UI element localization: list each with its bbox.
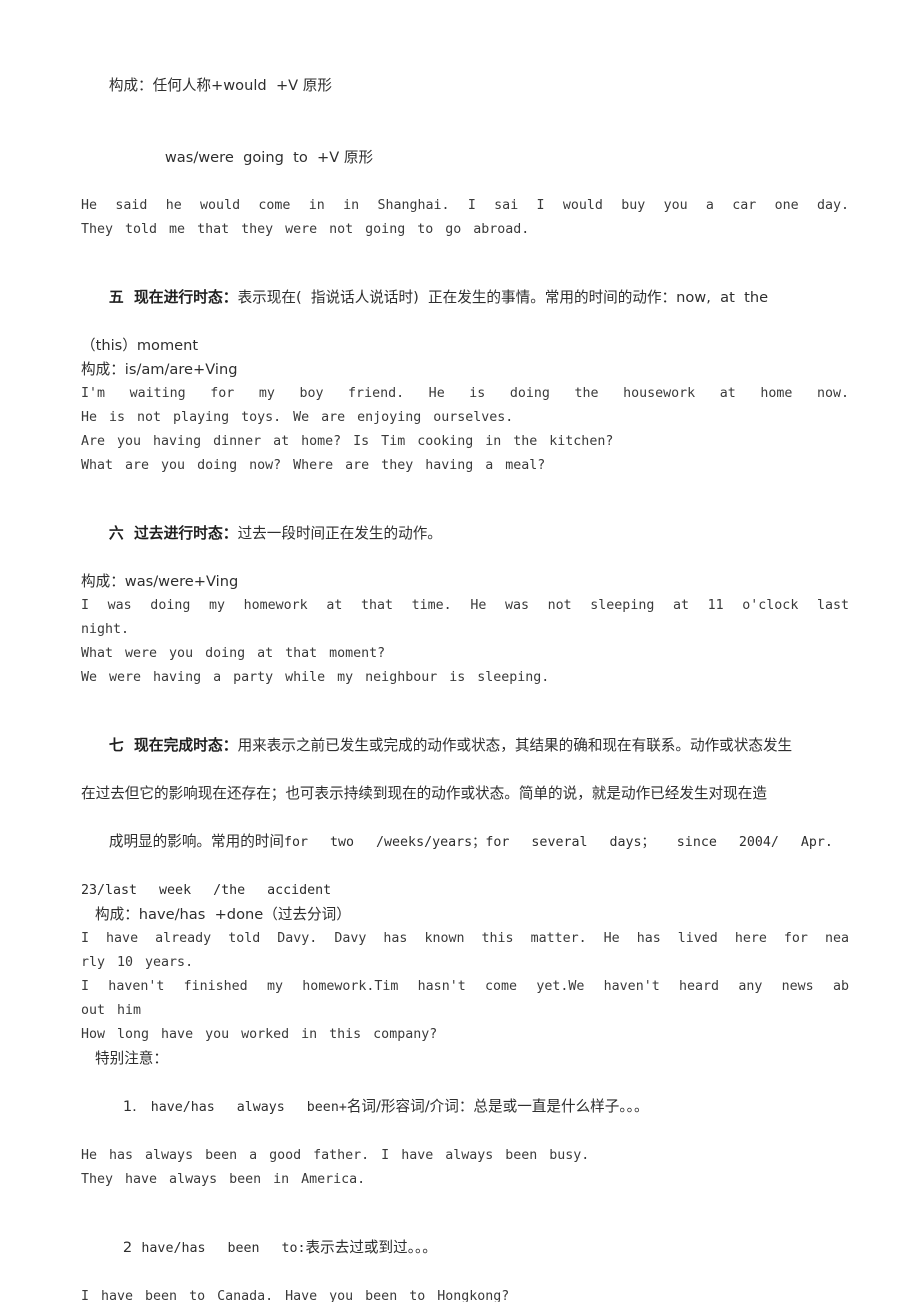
section7-heading-space [124,737,134,754]
document-page: 构成：任何人称+would +V 原形 was/were going to +V… [0,0,920,1302]
section5-example-3: Are you having dinner at home? Is Tim co… [81,434,614,449]
section7-note-1-example-1: He has always been a good father. I have… [81,1148,590,1163]
section7-note-2-rule-cn: 表示去过或到过。。。 [305,1239,437,1256]
section7-note-1-example-2: They have always been in America. [81,1172,366,1187]
section7-description-line-1: 用来表示之前已发生或完成的动作或状态，其结果的确和现在有联系。动作或状态发生 [237,737,793,754]
section7-description-line-2: 在过去但它的影响现在还存在；也可表示持续到现在的动作或状态。简单的说，就是动作已… [81,785,767,802]
section7-time-label: 成明显的影响。常用的时间 [108,833,284,850]
section5-title: 现在进行时态： [133,289,238,306]
section6-example-1: I was doing my homework at that time. He… [81,598,849,613]
section7-example-3: I haven't finished my homework.Tim hasn'… [81,979,849,994]
section7-number: 七 [108,737,124,754]
section7-note-1-rule-cn: 名词/形容词/介词：总是或一直是什么样子。。。 [346,1098,649,1115]
section7-description-line-4: 23/last week /the accident [81,883,332,898]
section6-title: 过去进行时态： [133,525,238,542]
section7-note-2-marker: 2 [122,1239,133,1256]
section6-heading-space [124,525,134,542]
intro-example-1: He said he would come in in Shanghai. I … [81,198,849,213]
section6-example-3: What were you doing at that moment? [81,646,386,661]
section7-note-heading: 特别注意： [95,1050,168,1067]
section7-note-1-rule-en: have/has always been+ [150,1100,347,1115]
section6-example-4: We were having a party while my neighbou… [81,670,550,685]
section7-note-2-rule-en: have/has been to: [141,1241,306,1256]
intro-formation-value-1: 任何人称+would +V 原形 [152,77,332,94]
section5-example-4: What are you doing now? Where are they h… [81,458,546,473]
section5-example-1: I'm waiting for my boy friend. He is doi… [81,386,849,401]
section5-formation: 构成：is/am/are+Ving [81,361,238,378]
intro-formation-line-1: 构成：任何人称+would +V 原形 [81,50,849,122]
section7-title: 现在完成时态： [133,737,238,754]
section6-number: 六 [108,525,124,542]
section6-formation: 构成：was/were+Ving [81,573,239,590]
section5-heading: 五 现在进行时态：表示现在( 指说话人说话时) 正在发生的事情。常用的时间的动作… [81,262,849,334]
section7-time-expressions: for two /weeks/years；for several days； s… [283,835,833,850]
section5-example-2: He is not playing toys. We are enjoying … [81,410,514,425]
section7-note-1-marker: 1. [122,1098,137,1115]
section7-example-2: rly 10 years. [81,955,194,970]
intro-example-2: They told me that they were not going to… [81,222,530,237]
section6-heading: 六 过去进行时态：过去一段时间正在发生的动作。 [81,498,849,570]
document-content: 构成：任何人称+would +V 原形 was/were going to +V… [81,50,849,1302]
section7-note-1-rule: 1. have/has always been+名词/形容词/介词：总是或一直是… [81,1071,849,1144]
section7-description-line-3: 成明显的影响。常用的时间for two /weeks/years；for sev… [81,806,849,879]
section7-note-2-example-1: I have been to Canada. Have you been to … [81,1289,510,1302]
section5-heading-space [124,289,134,306]
intro-formation-line-2: was/were going to +V 原形 [81,122,849,194]
intro-formation-value-2: was/were going to +V 原形 [164,149,374,166]
section7-example-5: How long have you worked in this company… [81,1027,438,1042]
section7-note-2-rule: 2 have/has been to:表示去过或到过。。。 [81,1212,849,1285]
section7-example-4: out him [81,1003,142,1018]
section7-formation: 构成：have/has +done（过去分词） [95,906,351,923]
section7-heading: 七 现在完成时态：用来表示之前已发生或完成的动作或状态，其结果的确和现在有联系。… [81,710,849,782]
section5-description: 表示现在( 指说话人说话时) 正在发生的事情。常用的时间的动作：now, at … [237,289,769,306]
note-1-space [137,1098,151,1115]
intro-formation-label: 构成： [108,77,153,94]
section6-example-2: night. [81,622,130,637]
section5-number: 五 [108,289,124,306]
section6-description: 过去一段时间正在发生的动作。 [237,525,442,542]
section7-example-1: I have already told Davy. Davy has known… [81,931,849,946]
section5-description-cont: （this）moment [81,337,199,354]
